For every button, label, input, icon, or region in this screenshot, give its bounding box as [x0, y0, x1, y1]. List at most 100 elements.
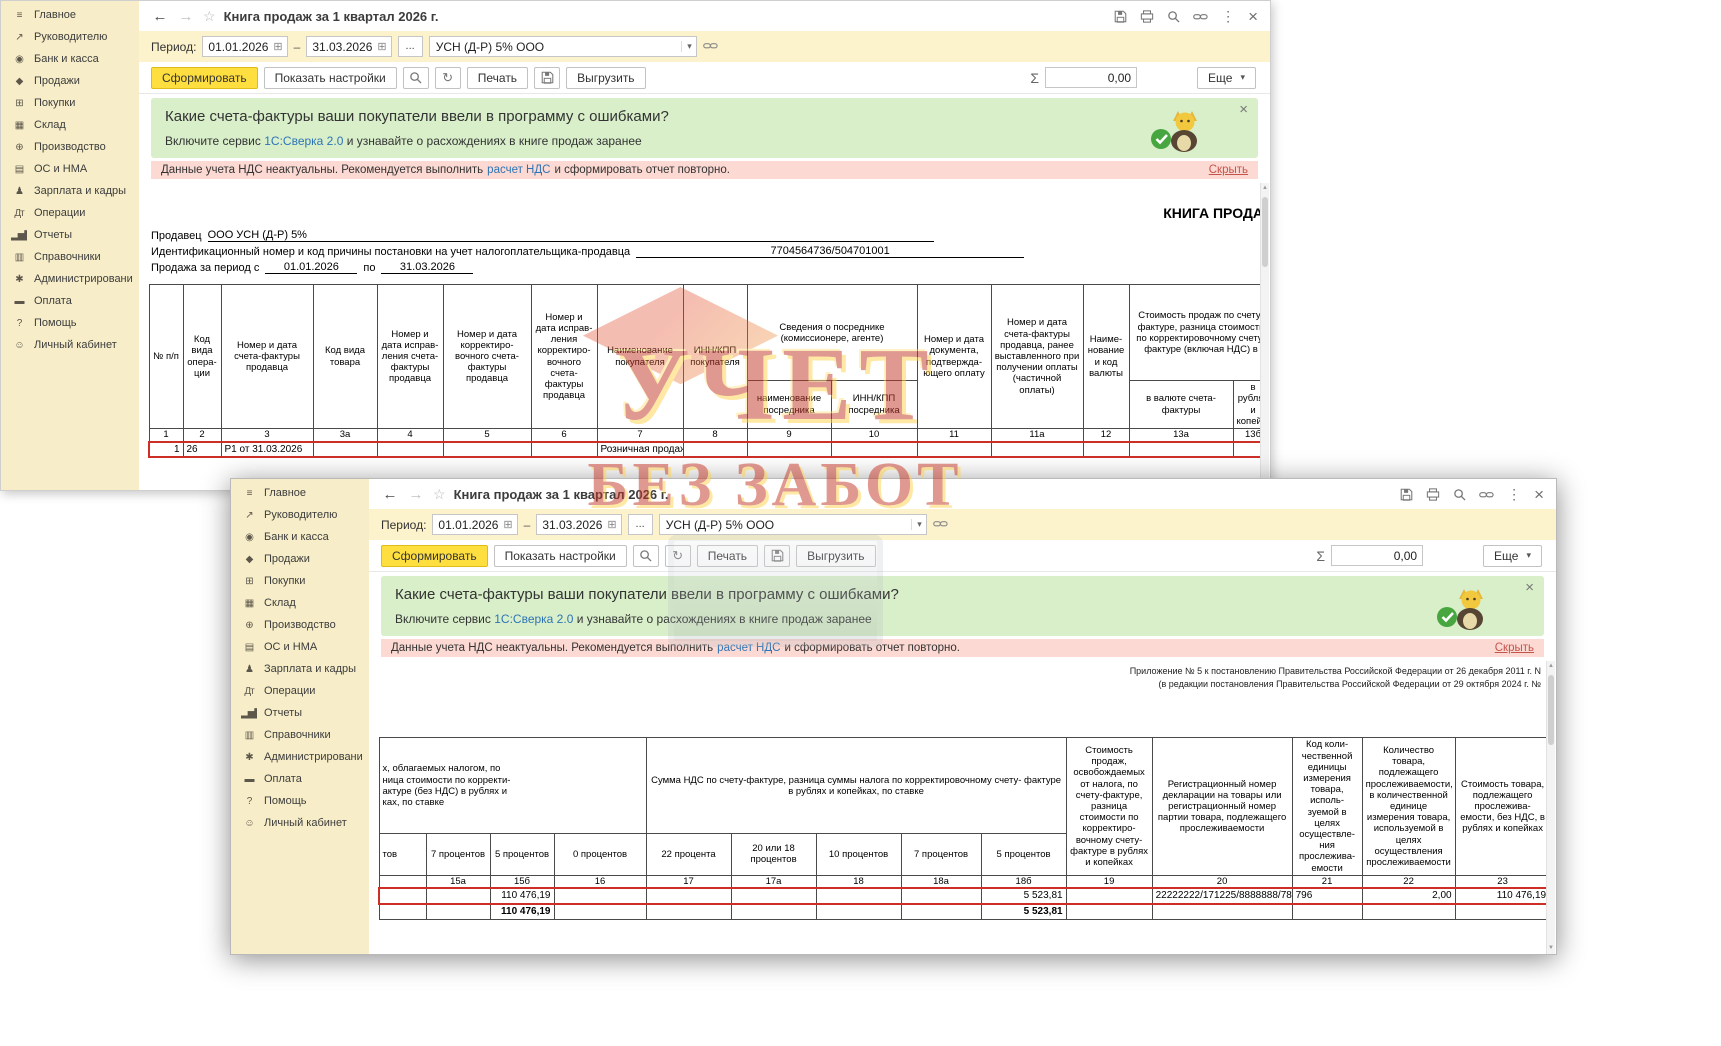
sidebar-item[interactable]: ▤ ОС и НМА [1, 158, 139, 180]
total-cell[interactable] [731, 904, 816, 919]
refresh-button[interactable]: ↻ [665, 545, 691, 567]
hide-link[interactable]: Скрыть [1495, 642, 1534, 654]
period-from-input[interactable]: ⊞ [202, 36, 287, 57]
chevron-down-icon[interactable]: ▾ [681, 41, 692, 52]
total-cell[interactable] [646, 904, 731, 919]
data-cell[interactable] [1083, 442, 1129, 458]
period-from-value[interactable] [208, 40, 270, 54]
sidebar-item[interactable]: ⊕ Производство [231, 614, 369, 636]
sidebar-item[interactable]: ⊞ Покупки [231, 570, 369, 592]
sidebar-item[interactable]: Дт Операции [231, 680, 369, 702]
data-cell[interactable]: 1 [149, 442, 183, 458]
period-to-value[interactable] [542, 518, 604, 532]
total-cell[interactable] [379, 904, 426, 919]
sidebar-item[interactable]: ? Помощь [231, 790, 369, 812]
calendar-icon[interactable]: ⊞ [503, 518, 512, 531]
sidebar-item[interactable]: ▬ Оплата [231, 768, 369, 790]
scrollbar-thumb[interactable] [1548, 675, 1554, 745]
sidebar-item[interactable]: ▦ Склад [231, 592, 369, 614]
export-button[interactable]: Выгрузить [566, 67, 646, 89]
vat-calc-link[interactable]: расчет НДС [717, 642, 780, 654]
print-icon[interactable] [1140, 10, 1154, 23]
calendar-icon[interactable]: ⊞ [607, 518, 616, 531]
sidebar-item[interactable]: ▥ Справочники [231, 724, 369, 746]
period-from-input[interactable]: ⊞ [432, 514, 517, 535]
more-menu-icon[interactable]: ⋮ [1507, 486, 1521, 503]
sum-input[interactable] [1331, 545, 1423, 566]
chevron-down-icon[interactable]: ▾ [911, 519, 922, 530]
sidebar-item[interactable]: ? Помощь [1, 312, 139, 334]
data-cell[interactable] [1129, 442, 1233, 458]
sidebar-item[interactable]: ▦ Склад [1, 114, 139, 136]
data-cell[interactable] [377, 442, 443, 458]
total-cell[interactable] [816, 904, 901, 919]
total-cell[interactable]: 5 523,81 [981, 904, 1066, 919]
generate-button[interactable]: Сформировать [151, 67, 258, 89]
vertical-scrollbar[interactable]: ▲ ▼ [1546, 661, 1555, 954]
export-button[interactable]: Выгрузить [796, 545, 876, 567]
scroll-up-icon[interactable]: ▲ [1261, 184, 1269, 193]
save-report-button[interactable] [534, 67, 560, 89]
sidebar-item[interactable]: ≡ Главное [1, 4, 139, 26]
more-button[interactable]: Еще▾ [1197, 67, 1256, 89]
organization-select[interactable]: УСН (Д-Р) 5% ООО ▾ [659, 514, 927, 535]
data-cell[interactable]: Розничная продажа [597, 442, 683, 458]
data-cell[interactable]: 110 476,19 [1455, 888, 1550, 904]
show-settings-button[interactable]: Показать настройки [494, 545, 627, 567]
calendar-icon[interactable]: ⊞ [377, 40, 386, 53]
sidebar-item[interactable]: ▬ Оплата [1, 290, 139, 312]
sidebar-item[interactable]: ☺ Личный кабинет [1, 334, 139, 356]
preview-icon[interactable] [1167, 10, 1180, 23]
total-cell[interactable] [426, 904, 490, 919]
total-cell[interactable] [1152, 904, 1292, 919]
sidebar-item[interactable]: ⊕ Производство [1, 136, 139, 158]
data-cell[interactable] [443, 442, 531, 458]
total-cell[interactable] [1066, 904, 1152, 919]
data-cell[interactable]: 5 523,81 [981, 888, 1066, 904]
data-cell[interactable] [747, 442, 831, 458]
data-cell[interactable]: 110 476,19 [490, 888, 554, 904]
data-cell[interactable] [683, 442, 747, 458]
data-cell[interactable] [731, 888, 816, 904]
link-icon[interactable] [1479, 488, 1494, 501]
print-button[interactable]: Печать [467, 67, 528, 89]
data-cell[interactable] [991, 442, 1083, 458]
period-options-button[interactable]: ... [628, 514, 653, 535]
hide-link[interactable]: Скрыть [1209, 164, 1248, 176]
data-cell[interactable] [531, 442, 597, 458]
more-button[interactable]: Еще▾ [1483, 545, 1542, 567]
sidebar-item[interactable]: ▂▅▇ Отчеты [231, 702, 369, 724]
sidebar-item[interactable]: ✱ Администрирование [231, 746, 369, 768]
sidebar-item[interactable]: ♟ Зарплата и кадры [1, 180, 139, 202]
scroll-down-icon[interactable]: ▼ [1547, 944, 1555, 953]
period-to-input[interactable]: ⊞ [306, 36, 391, 57]
generate-button[interactable]: Сформировать [381, 545, 488, 567]
sidebar-item[interactable]: ▤ ОС и НМА [231, 636, 369, 658]
save-report-button[interactable] [764, 545, 790, 567]
favorite-star-icon[interactable]: ☆ [433, 486, 446, 503]
more-menu-icon[interactable]: ⋮ [1221, 8, 1235, 25]
sidebar-item[interactable]: ≡ Главное [231, 482, 369, 504]
organization-select[interactable]: УСН (Д-Р) 5% ООО ▾ [429, 36, 697, 57]
search-button[interactable] [633, 545, 659, 567]
sidebar-item[interactable]: ▥ Справочники [1, 246, 139, 268]
save-icon[interactable] [1114, 10, 1127, 23]
data-cell[interactable] [554, 888, 646, 904]
totals-row[interactable]: 110 476,19 5 523,81 [379, 904, 1550, 919]
sidebar-item[interactable]: ◆ Продажи [231, 548, 369, 570]
calendar-icon[interactable]: ⊞ [273, 40, 282, 53]
data-cell[interactable]: Р1 от 31.03.2026 [221, 442, 313, 458]
data-cell[interactable]: 796 [1292, 888, 1362, 904]
save-icon[interactable] [1400, 488, 1413, 501]
sidebar-item[interactable]: ↗ Руководителю [1, 26, 139, 48]
total-cell[interactable]: 110 476,19 [490, 904, 554, 919]
org-link-icon[interactable] [933, 517, 948, 533]
search-button[interactable] [403, 67, 429, 89]
sidebar-item[interactable]: ♟ Зарплата и кадры [231, 658, 369, 680]
total-cell[interactable] [1455, 904, 1550, 919]
data-cell[interactable] [313, 442, 377, 458]
data-cell[interactable]: 26 [183, 442, 221, 458]
org-link-icon[interactable] [703, 39, 718, 55]
favorite-star-icon[interactable]: ☆ [203, 8, 216, 25]
show-settings-button[interactable]: Показать настройки [264, 67, 397, 89]
